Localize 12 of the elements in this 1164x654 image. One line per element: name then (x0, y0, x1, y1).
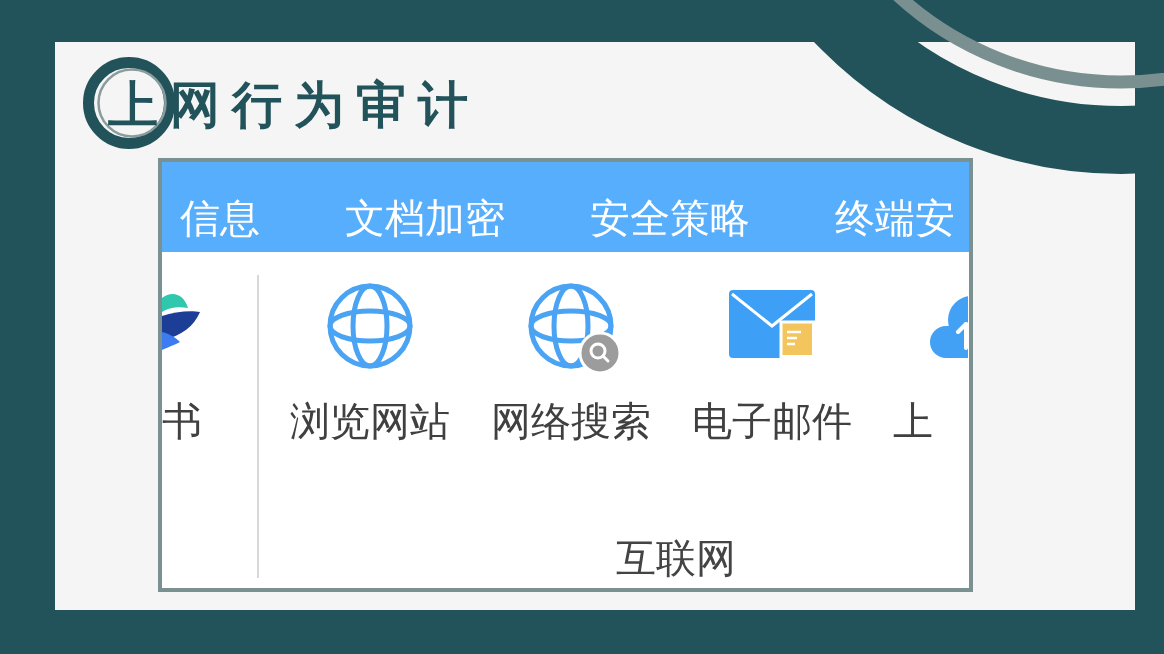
globe-icon[interactable] (327, 283, 413, 369)
ring-icon (83, 57, 175, 149)
group-label: 互联网 (615, 538, 736, 578)
cloud-icon[interactable] (930, 294, 968, 360)
envelope-icon[interactable] (729, 290, 815, 358)
globe-search-icon[interactable] (528, 283, 622, 375)
ribbon-button[interactable]: 浏览网站 (290, 283, 450, 441)
slide-title: 上网行为审计 (108, 80, 480, 130)
ribbon-button[interactable]: 上 (893, 283, 968, 441)
ribbon-button[interactable]: 网络搜索 (491, 283, 651, 441)
ribbon-button[interactable]: 电子邮件 (692, 283, 852, 441)
ribbon-button[interactable]: 书 (162, 283, 202, 441)
